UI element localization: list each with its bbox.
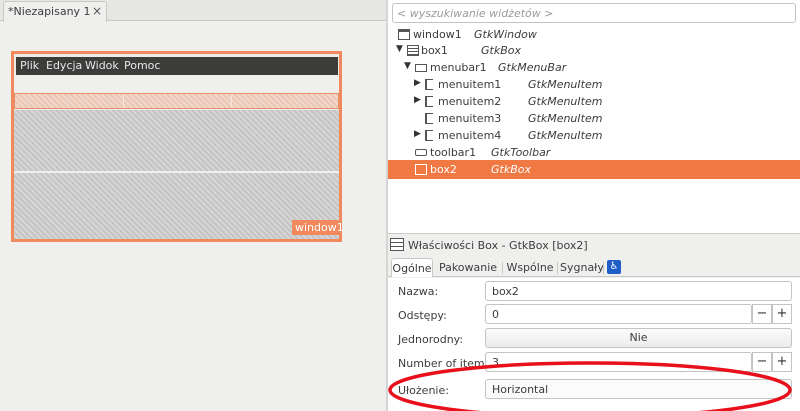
toolbar-icon	[415, 149, 427, 156]
tree-row-menubar1[interactable]: ▼ menubar1 GtkMenuBar	[388, 59, 800, 76]
tree-row-class: GtkMenuBar	[498, 61, 567, 74]
expander-down-icon[interactable]: ▼	[396, 44, 406, 54]
tree-row-name: menubar1	[430, 61, 487, 74]
tree-row-class: GtkBox	[491, 163, 531, 176]
tree-row-window1[interactable]: window1 GtkWindow	[388, 26, 800, 43]
orientation-combo[interactable]: Horizontal	[485, 379, 792, 399]
menubar-icon	[415, 64, 427, 72]
tree-row-name: toolbar1	[430, 146, 477, 159]
tree-row-class: GtkMenuItem	[528, 78, 603, 91]
expander-right-icon[interactable]: ▶	[414, 78, 424, 88]
tree-row-class: GtkMenuItem	[528, 112, 603, 125]
tree-row-name: menuitem4	[438, 129, 502, 142]
spacing-label: Odstępy:	[398, 309, 447, 322]
preview-menu-pomoc[interactable]: Pomoc	[124, 59, 160, 72]
preview-menubar[interactable]: Plik Edycja Widok Pomoc	[16, 57, 338, 75]
preview-toolbar[interactable]	[14, 75, 339, 92]
preview-placeholder-area[interactable]	[14, 110, 339, 239]
tab-general[interactable]: Ogólne	[391, 258, 433, 277]
document-tab[interactable]: *Niezapisany 1 ×	[3, 1, 107, 22]
document-tabbar: *Niezapisany 1 ×	[0, 0, 386, 22]
tab-packing[interactable]: Pakowanie	[438, 258, 498, 277]
accessibility-icon[interactable]: ♿	[607, 260, 621, 274]
close-icon[interactable]: ×	[92, 4, 102, 18]
box-icon	[407, 45, 419, 56]
properties-panel: Właściwości Box - GtkBox [box2] Ogólne P…	[388, 234, 800, 411]
document-tab-label: *Niezapisany 1	[8, 5, 91, 18]
tree-row-class: GtkMenuItem	[528, 95, 603, 108]
box-icon	[415, 164, 427, 175]
tree-row-class: GtkWindow	[474, 28, 537, 41]
box-icon	[390, 238, 404, 251]
homogeneous-toggle[interactable]: Nie	[485, 328, 792, 348]
window-icon	[398, 29, 410, 40]
window-name-badge: window1	[292, 220, 344, 235]
preview-box2-cell-divider	[231, 94, 232, 108]
properties-form: Nazwa: box2 Odstępy: 0 − + Jednorodny: N…	[388, 278, 800, 411]
items-increment-button[interactable]: +	[772, 352, 792, 372]
preview-menu-edycja[interactable]: Edycja	[46, 59, 82, 72]
tree-row-menuitem4[interactable]: ▶ menuitem4 GtkMenuItem	[388, 127, 800, 144]
menuitem-icon	[425, 113, 433, 124]
preview-box2-cell-divider	[123, 94, 124, 108]
design-canvas[interactable]: Plik Edycja Widok Pomoc window1	[0, 22, 386, 411]
preview-menu-plik[interactable]: Plik	[20, 59, 39, 72]
spacing-spinner[interactable]: 0	[485, 304, 752, 324]
properties-title: Właściwości Box - GtkBox [box2]	[408, 239, 588, 252]
items-decrement-button[interactable]: −	[752, 352, 772, 372]
tree-row-name: box2	[430, 163, 457, 176]
tree-row-class: GtkToolbar	[491, 146, 551, 159]
orientation-label: Ułożenie:	[398, 384, 449, 397]
expander-right-icon[interactable]: ▶	[414, 95, 424, 105]
tree-row-menuitem1[interactable]: ▶ menuitem1 GtkMenuItem	[388, 76, 800, 93]
tree-row-menuitem3[interactable]: menuitem3 GtkMenuItem	[388, 110, 800, 127]
inspector-pane: < wyszukiwanie widżetów > window1 GtkWin…	[388, 0, 800, 411]
widget-tree[interactable]: window1 GtkWindow ▼ box1 GtkBox ▼ menuba…	[388, 26, 800, 232]
widget-search-input[interactable]: < wyszukiwanie widżetów >	[392, 3, 796, 23]
tree-row-toolbar1[interactable]: toolbar1 GtkToolbar	[388, 144, 800, 161]
preview-box2-selected[interactable]	[14, 93, 339, 109]
tab-separator	[557, 262, 558, 274]
expander-down-icon[interactable]: ▼	[404, 61, 414, 71]
expander-right-icon[interactable]: ▶	[414, 129, 424, 139]
tree-row-name: menuitem2	[438, 95, 502, 108]
tree-row-menuitem2[interactable]: ▶ menuitem2 GtkMenuItem	[388, 93, 800, 110]
preview-menu-widok[interactable]: Widok	[85, 59, 119, 72]
name-label: Nazwa:	[398, 285, 439, 298]
tree-row-name: box1	[421, 44, 448, 57]
tree-row-name: menuitem1	[438, 78, 502, 91]
properties-tabs: Ogólne Pakowanie Wspólne Sygnały ♿	[388, 255, 800, 277]
tab-signals[interactable]: Sygnały	[560, 258, 604, 277]
tab-separator	[603, 262, 604, 274]
items-spinner[interactable]: 3	[485, 352, 752, 372]
tree-row-name: menuitem3	[438, 112, 502, 125]
name-field[interactable]: box2	[485, 281, 792, 301]
window-preview[interactable]: Plik Edycja Widok Pomoc	[11, 51, 342, 242]
menuitem-icon	[425, 79, 433, 90]
items-label: Number of items:	[398, 357, 495, 370]
spacing-decrement-button[interactable]: −	[752, 304, 772, 324]
spacing-increment-button[interactable]: +	[772, 304, 792, 324]
tab-common[interactable]: Wspólne	[505, 258, 555, 277]
tree-row-name: window1	[413, 28, 462, 41]
homogeneous-label: Jednorodny:	[398, 333, 464, 346]
menuitem-icon	[425, 130, 433, 141]
menuitem-icon	[425, 96, 433, 107]
tab-separator	[502, 262, 503, 274]
tree-row-box2[interactable]: box2 GtkBox	[388, 160, 800, 179]
tree-row-class: GtkMenuItem	[528, 129, 603, 142]
tree-row-box1[interactable]: ▼ box1 GtkBox	[388, 42, 800, 59]
tree-row-class: GtkBox	[481, 44, 521, 57]
design-pane: *Niezapisany 1 × Plik Edycja Widok Pomoc…	[0, 0, 386, 411]
preview-placeholder-divider	[14, 171, 339, 173]
